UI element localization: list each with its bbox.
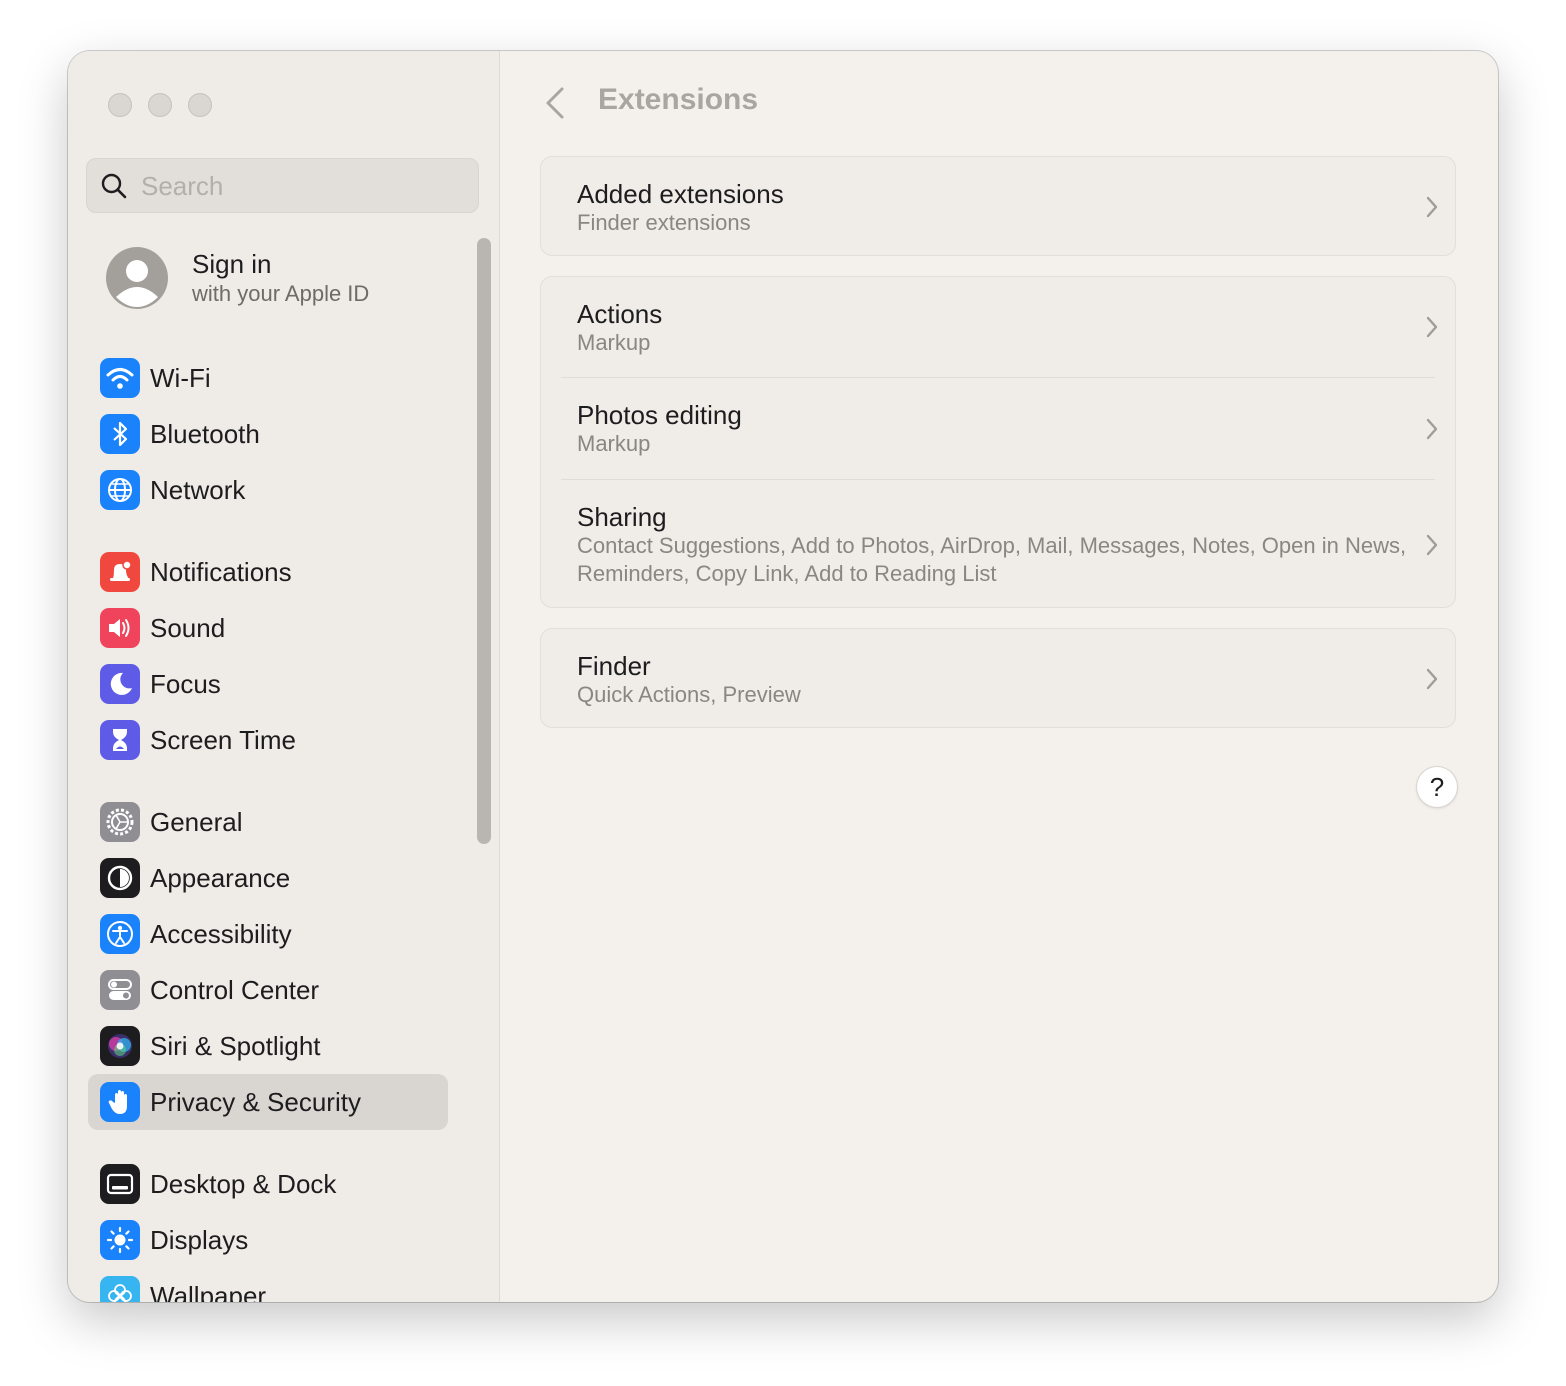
sidebar-item-label: Screen Time bbox=[150, 724, 296, 755]
row-subtitle: Finder extensions bbox=[577, 210, 751, 235]
speaker-icon bbox=[100, 608, 140, 648]
row-title: Sharing bbox=[577, 502, 667, 532]
apple-id-sign-in[interactable]: Sign in with your Apple ID bbox=[106, 247, 466, 311]
chevron-right-icon bbox=[1426, 418, 1438, 440]
sidebar-item-label: Focus bbox=[150, 668, 221, 699]
chevron-right-icon bbox=[1426, 534, 1438, 556]
row-title: Finder bbox=[577, 651, 651, 681]
row-added-extensions[interactable]: Added extensions Finder extensions bbox=[541, 157, 1455, 255]
chevron-right-icon bbox=[1426, 668, 1438, 690]
row-subtitle: Markup bbox=[577, 431, 651, 456]
flower-icon bbox=[100, 1276, 140, 1302]
sidebar-item-screen-time[interactable]: Screen Time bbox=[88, 712, 448, 768]
extensions-group-finder: Finder Quick Actions, Preview bbox=[540, 628, 1456, 728]
accessibility-icon bbox=[100, 914, 140, 954]
sidebar-item-label: Siri & Spotlight bbox=[150, 1030, 321, 1061]
sidebar-item-label: Appearance bbox=[150, 862, 291, 893]
chevron-right-icon bbox=[1426, 196, 1438, 218]
sidebar-item-displays[interactable]: Displays bbox=[88, 1212, 448, 1268]
row-subtitle: Contact Suggestions, Add to Photos, AirD… bbox=[577, 533, 1407, 586]
siri-icon bbox=[100, 1026, 140, 1066]
appearance-icon bbox=[100, 858, 140, 898]
window-controls bbox=[108, 93, 212, 117]
sidebar: Sign in with your Apple ID Wi-Fi Bluetoo… bbox=[68, 51, 500, 1302]
avatar bbox=[106, 247, 168, 309]
sidebar-item-wifi[interactable]: Wi-Fi bbox=[88, 350, 448, 406]
sidebar-scrollbar[interactable] bbox=[477, 238, 491, 844]
chevron-right-icon bbox=[1426, 316, 1438, 338]
sidebar-item-label: Network bbox=[150, 474, 246, 505]
extensions-group-actions: Actions Markup Photos editing Markup Sha… bbox=[540, 276, 1456, 608]
sidebar-item-control-center[interactable]: Control Center bbox=[88, 962, 448, 1018]
zoom-window-button[interactable] bbox=[188, 93, 212, 117]
bell-icon bbox=[100, 552, 140, 592]
moon-icon bbox=[100, 664, 140, 704]
toggles-icon bbox=[100, 970, 140, 1010]
sidebar-item-notifications[interactable]: Notifications bbox=[88, 544, 448, 600]
sidebar-item-general[interactable]: General bbox=[88, 794, 448, 850]
sidebar-item-label: Desktop & Dock bbox=[150, 1168, 337, 1199]
sidebar-item-label: Accessibility bbox=[150, 918, 292, 949]
search-input[interactable] bbox=[139, 159, 463, 214]
sidebar-item-label: Privacy & Security bbox=[150, 1086, 361, 1117]
sign-in-title: Sign in bbox=[192, 249, 272, 279]
sidebar-item-wallpaper[interactable]: Wallpaper bbox=[88, 1268, 448, 1302]
page-title: Extensions bbox=[598, 83, 759, 116]
row-title: Actions bbox=[577, 299, 663, 329]
dock-icon bbox=[100, 1164, 140, 1204]
sidebar-item-label: Control Center bbox=[150, 974, 320, 1005]
row-finder[interactable]: Finder Quick Actions, Preview bbox=[541, 629, 1455, 727]
sidebar-item-label: Displays bbox=[150, 1224, 249, 1255]
row-photos-editing[interactable]: Photos editing Markup bbox=[541, 378, 1455, 479]
hourglass-icon bbox=[100, 720, 140, 760]
gear-icon bbox=[100, 802, 140, 842]
sidebar-item-appearance[interactable]: Appearance bbox=[88, 850, 448, 906]
sidebar-item-sound[interactable]: Sound bbox=[88, 600, 448, 656]
sidebar-item-privacy-security[interactable]: Privacy & Security bbox=[88, 1074, 448, 1130]
sidebar-item-label: Notifications bbox=[150, 556, 292, 587]
row-subtitle: Quick Actions, Preview bbox=[577, 682, 801, 707]
row-title: Added extensions bbox=[577, 179, 784, 209]
row-subtitle: Markup bbox=[577, 330, 651, 355]
row-actions[interactable]: Actions Markup bbox=[541, 277, 1455, 377]
sidebar-item-focus[interactable]: Focus bbox=[88, 656, 448, 712]
back-button[interactable] bbox=[540, 85, 570, 121]
sidebar-item-label: Sound bbox=[150, 612, 226, 643]
row-title: Photos editing bbox=[577, 400, 742, 430]
extensions-group-added: Added extensions Finder extensions bbox=[540, 156, 1456, 256]
globe-icon bbox=[100, 470, 140, 510]
sidebar-item-accessibility[interactable]: Accessibility bbox=[88, 906, 448, 962]
help-button[interactable]: ? bbox=[1417, 767, 1457, 807]
minimize-window-button[interactable] bbox=[148, 93, 172, 117]
wifi-icon bbox=[100, 358, 140, 398]
sidebar-item-network[interactable]: Network bbox=[88, 462, 448, 518]
sun-icon bbox=[100, 1220, 140, 1260]
settings-window: Sign in with your Apple ID Wi-Fi Bluetoo… bbox=[68, 51, 1498, 1302]
sidebar-item-siri-spotlight[interactable]: Siri & Spotlight bbox=[88, 1018, 448, 1074]
close-window-button[interactable] bbox=[108, 93, 132, 117]
sidebar-item-desktop-dock[interactable]: Desktop & Dock bbox=[88, 1156, 448, 1212]
sign-in-subtitle: with your Apple ID bbox=[192, 281, 370, 306]
search-icon bbox=[101, 173, 127, 199]
sidebar-item-label: Wi-Fi bbox=[150, 362, 211, 393]
row-sharing[interactable]: Sharing Contact Suggestions, Add to Phot… bbox=[541, 480, 1455, 607]
content-pane: Extensions Added extensions Finder exten… bbox=[500, 51, 1498, 1302]
sidebar-item-label: Bluetooth bbox=[150, 418, 260, 449]
hand-icon bbox=[100, 1082, 140, 1122]
search-field[interactable] bbox=[86, 158, 479, 214]
bluetooth-icon bbox=[100, 414, 140, 454]
sidebar-item-bluetooth[interactable]: Bluetooth bbox=[88, 406, 448, 462]
sidebar-item-label: Wallpaper bbox=[150, 1280, 267, 1303]
sidebar-item-label: General bbox=[150, 806, 243, 837]
